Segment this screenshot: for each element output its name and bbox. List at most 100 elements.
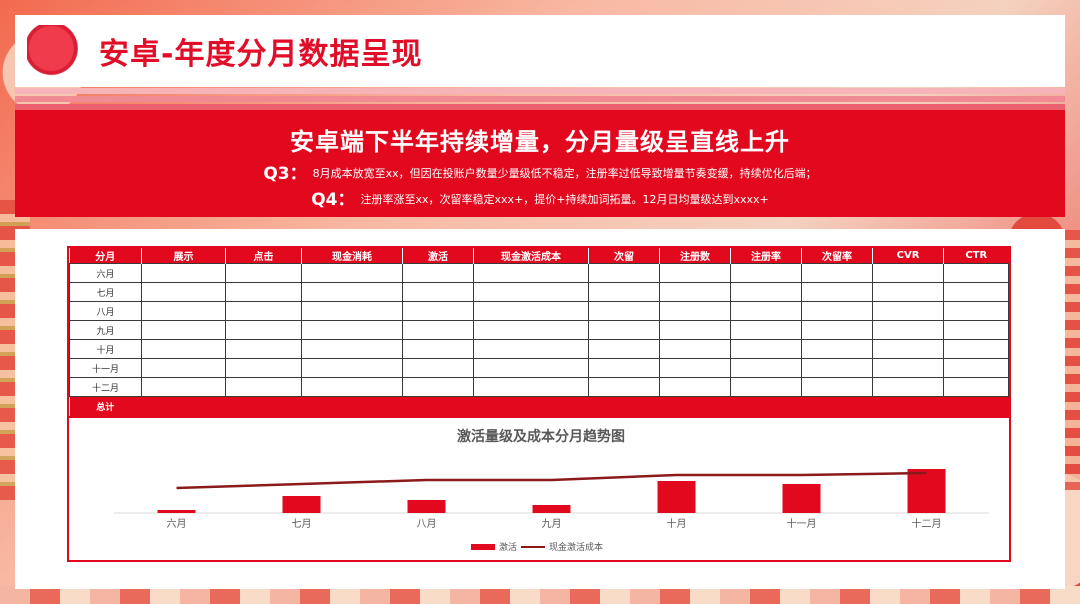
total-cell (473, 396, 589, 416)
data-cell (141, 377, 226, 397)
month-cell: 六月 (69, 263, 142, 283)
data-cell (588, 282, 660, 302)
table-row: 十月 (69, 339, 1009, 359)
data-cell (301, 282, 403, 302)
column-header: 注册数 (659, 248, 731, 264)
data-cell (402, 282, 474, 302)
data-cell (301, 320, 403, 340)
legend-label-cost: 现金激活成本 (549, 541, 603, 553)
data-cell (402, 301, 474, 321)
table-row: 九月 (69, 320, 1009, 340)
column-header: 次留率 (801, 248, 873, 264)
data-cell (730, 358, 802, 378)
data-cell (402, 320, 474, 340)
x-tick-label: 九月 (542, 518, 562, 530)
bar-activation (782, 484, 821, 513)
data-cell (801, 263, 873, 283)
data-cell (402, 358, 474, 378)
total-cell (943, 396, 1009, 416)
data-cell (473, 263, 589, 283)
banner-title: 安卓端下半年持续增量，分月量级呈直线上升 (290, 128, 790, 156)
data-cell (801, 358, 873, 378)
data-cell (141, 320, 226, 340)
total-cell (872, 396, 944, 416)
header-logo-icon (27, 25, 81, 77)
trend-chart: 激活量级及成本分月趋势图 六月 七月 八月 九月 十月 十一月 十二月 激活 现金激活成本 (67, 418, 1011, 562)
x-tick-label: 七月 (292, 518, 312, 530)
table-row: 十一月 (69, 358, 1009, 378)
bar-activation (907, 469, 946, 513)
bar-activation (657, 481, 696, 513)
data-cell (659, 377, 731, 397)
summary-banner: 安卓端下半年持续增量，分月量级呈直线上升 Q3： 8月成本放宽至xx，但因在投账户… (15, 110, 1065, 217)
data-cell (301, 301, 403, 321)
data-cell (943, 339, 1009, 359)
data-cell (872, 358, 944, 378)
month-cell: 十一月 (69, 358, 142, 378)
bar-activation (282, 496, 321, 513)
x-tick-label: 十月 (667, 517, 687, 530)
month-cell: 十二月 (69, 377, 142, 397)
data-cell (588, 301, 660, 321)
total-cell (730, 396, 802, 416)
data-cell (943, 377, 1009, 397)
q3-text: 8月成本放宽至xx，但因在投账户数量少量级低不稳定，注册率过低导致增量节奏变缓，… (312, 167, 817, 180)
data-cell (225, 320, 302, 340)
column-header: 激活 (402, 248, 474, 264)
data-cell (801, 301, 873, 321)
data-cell (730, 301, 802, 321)
data-cell (473, 358, 589, 378)
data-cell (730, 320, 802, 340)
month-cell: 十月 (69, 339, 142, 359)
data-cell (588, 339, 660, 359)
data-cell (730, 377, 802, 397)
data-cell (473, 282, 589, 302)
column-header: CVR (872, 248, 944, 264)
total-cell (402, 396, 474, 416)
data-cell (872, 301, 944, 321)
column-header: 现金激活成本 (473, 248, 589, 264)
data-cell (473, 377, 589, 397)
data-cell (943, 282, 1009, 302)
data-cell (659, 358, 731, 378)
trend-chart-svg: 激活量级及成本分月趋势图 六月 七月 八月 九月 十月 十一月 十二月激活 现金激活成本 (114, 428, 989, 553)
column-header: 注册率 (730, 248, 802, 264)
x-tick-label: 八月 (417, 518, 437, 530)
x-tick-label: 十二月 (912, 517, 942, 530)
data-cell (943, 301, 1009, 321)
total-cell (141, 396, 226, 416)
bar-activation (407, 500, 446, 513)
data-cell (872, 320, 944, 340)
data-cell (801, 282, 873, 302)
month-cell: 九月 (69, 320, 142, 340)
data-cell (872, 263, 944, 283)
table-row: 八月 (69, 301, 1009, 321)
data-cell (588, 320, 660, 340)
table-row: 十二月 (69, 377, 1009, 397)
total-row: 总计 (69, 396, 1009, 416)
data-cell (588, 263, 660, 283)
total-cell (801, 396, 873, 416)
data-cell (588, 358, 660, 378)
data-cell (730, 282, 802, 302)
data-cell (801, 339, 873, 359)
table-row: 六月 (69, 263, 1009, 283)
total-label: 总计 (69, 396, 142, 416)
data-cell (943, 263, 1009, 283)
x-tick-label: 六月 (167, 518, 187, 530)
data-cell (402, 263, 474, 283)
total-cell (225, 396, 302, 416)
data-cell (801, 377, 873, 397)
q4-text: 注册率涨至xx，次留率稳定xxx+，提价+持续加词拓量。12月日均量级达到xxx… (360, 193, 769, 206)
data-cell (141, 358, 226, 378)
data-cell (301, 339, 403, 359)
data-cell (473, 301, 589, 321)
data-cell (141, 339, 226, 359)
data-cell (872, 282, 944, 302)
data-cell (225, 377, 302, 397)
data-cell (801, 320, 873, 340)
header-bar: 安卓-年度分月数据呈现 (15, 15, 1065, 87)
bar-activation (532, 505, 571, 513)
bar-activation (157, 510, 196, 513)
month-cell: 八月 (69, 301, 142, 321)
